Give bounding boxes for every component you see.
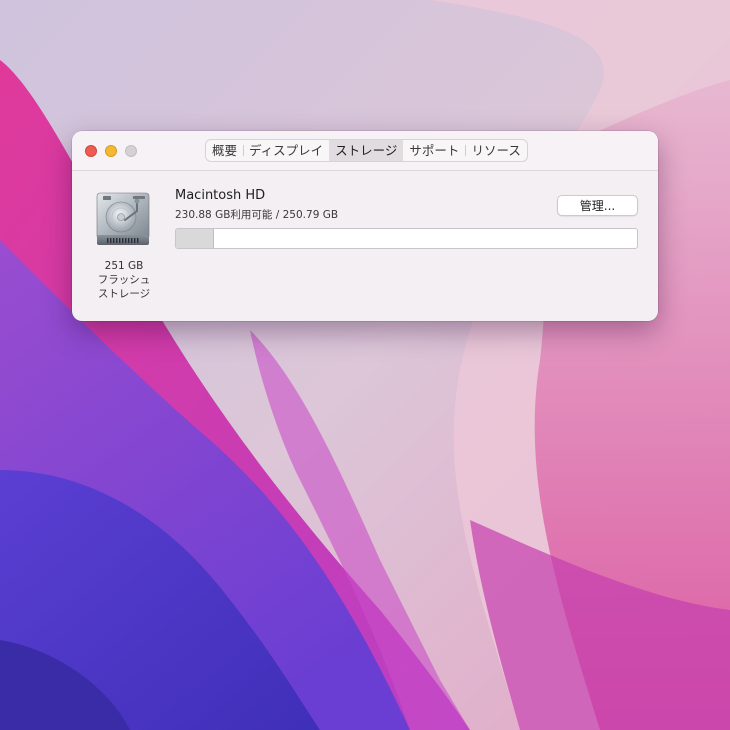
volume-space-text: 230.88 GB利用可能 / 250.79 GB <box>175 209 339 221</box>
tab-storage[interactable]: ストレージ <box>329 140 404 161</box>
manage-button[interactable]: 管理... <box>557 195 638 216</box>
minimize-button[interactable] <box>105 145 117 157</box>
storage-used-segment <box>176 229 214 248</box>
tab-overview[interactable]: 概要 <box>206 140 243 161</box>
storage-usage-bar <box>175 228 638 249</box>
disk-type-line1: フラッシュ <box>97 274 151 286</box>
desktop: 概要 ディスプレイ ストレージ サポート リソース 251 GB フラッシュ ス… <box>0 0 730 730</box>
tab-bar: 概要 ディスプレイ ストレージ サポート リソース <box>205 139 528 162</box>
close-button[interactable] <box>85 145 97 157</box>
tab-resources[interactable]: リソース <box>465 140 526 161</box>
tab-support[interactable]: サポート <box>403 140 465 161</box>
zoom-button[interactable] <box>125 145 137 157</box>
about-this-mac-window: 概要 ディスプレイ ストレージ サポート リソース 251 GB フラッシュ ス… <box>72 131 658 321</box>
title-bar[interactable]: 概要 ディスプレイ ストレージ サポート リソース <box>72 131 658 171</box>
disk-type-line2: ストレージ <box>97 288 151 300</box>
hard-drive-icon <box>96 192 150 245</box>
disk-capacity: 251 GB <box>104 260 144 272</box>
wallpaper <box>0 0 730 730</box>
tab-displays[interactable]: ディスプレイ <box>243 140 329 161</box>
volume-name: Macintosh HD <box>175 188 266 203</box>
disk-caption: 251 GB フラッシュ ストレージ <box>84 259 164 301</box>
